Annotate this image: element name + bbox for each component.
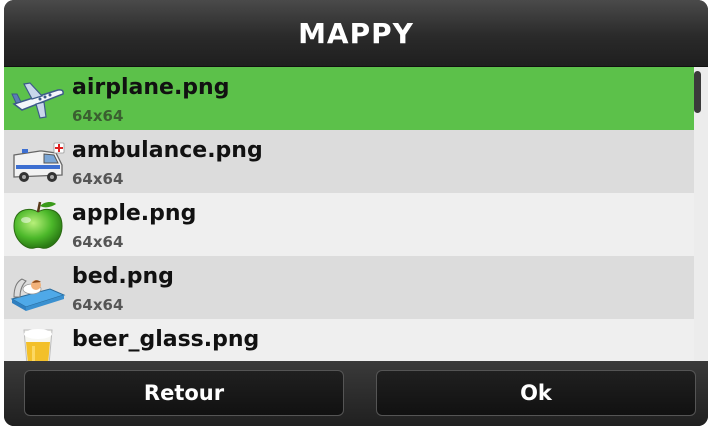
file-size: 64x64 [72, 233, 124, 251]
file-size: 64x64 [72, 170, 124, 188]
title-bar: MAPPY [4, 0, 708, 67]
scrollbar[interactable] [694, 67, 702, 361]
file-list[interactable]: airplane.png 64x64 ambulance.png 64x64 a… [4, 67, 708, 361]
list-item-apple[interactable]: apple.png 64x64 [4, 193, 694, 256]
button-bar: Retour Ok [4, 361, 708, 426]
file-name: ambulance.png [72, 138, 263, 163]
ok-button[interactable]: Ok [376, 370, 696, 416]
file-name: airplane.png [72, 75, 230, 100]
airplane-icon [11, 82, 64, 119]
ambulance-icon [13, 142, 65, 182]
bed-icon [10, 278, 66, 311]
page-title: MAPPY [298, 16, 414, 50]
list-item-airplane[interactable]: airplane.png 64x64 [4, 67, 694, 130]
apple-icon [13, 201, 63, 249]
file-name: bed.png [72, 264, 174, 289]
list-item-bed[interactable]: bed.png 64x64 [4, 256, 694, 319]
back-button[interactable]: Retour [24, 370, 344, 416]
scrollbar-thumb[interactable] [694, 71, 701, 113]
file-name: apple.png [72, 201, 197, 226]
beer-glass-icon [23, 329, 53, 361]
file-size: 64x64 [72, 296, 124, 314]
list-item-ambulance[interactable]: ambulance.png 64x64 [4, 130, 694, 193]
list-item-beer-glass[interactable]: beer_glass.png [4, 319, 694, 361]
app-window: MAPPY airplane.png 64x64 ambulance.png 6… [4, 0, 708, 426]
file-name: beer_glass.png [72, 327, 260, 352]
file-size: 64x64 [72, 107, 124, 125]
